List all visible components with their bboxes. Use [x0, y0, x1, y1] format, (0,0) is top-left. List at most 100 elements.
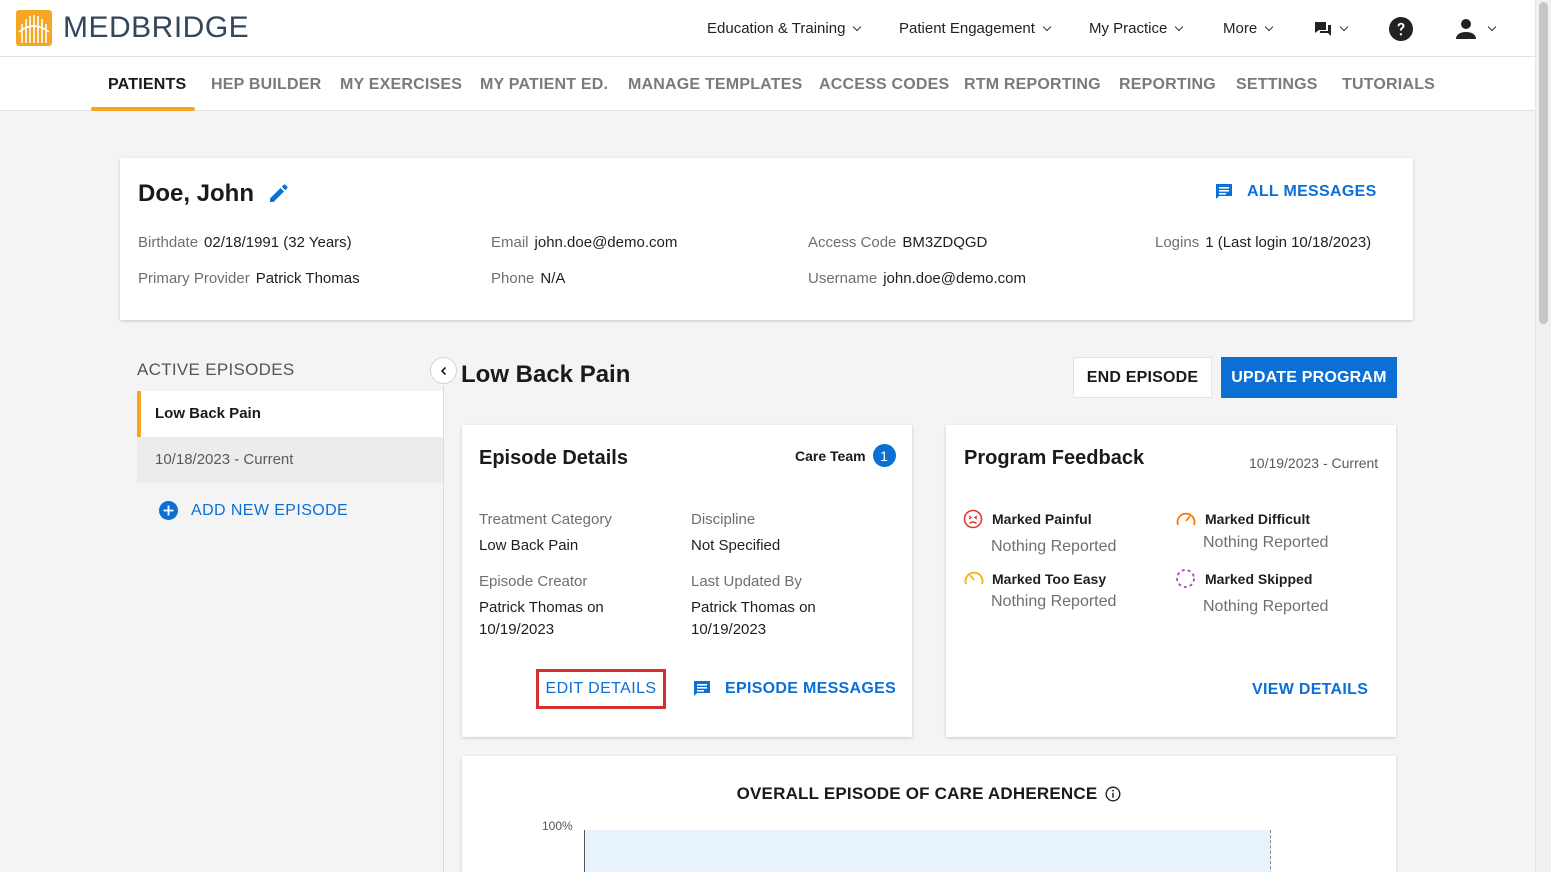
marked-too-easy-value: Nothing Reported [991, 593, 1117, 610]
program-feedback-card: Program Feedback 10/19/2023 - Current Ma… [946, 425, 1396, 737]
tab-settings[interactable]: SETTINGS [1236, 57, 1318, 111]
chevron-down-icon [1264, 22, 1274, 31]
message-icon [694, 681, 710, 696]
all-messages-label: ALL MESSAGES [1247, 183, 1377, 200]
chevron-down-icon [1487, 22, 1497, 31]
episode-creator-label: Episode Creator [479, 573, 588, 590]
username-label: Username [808, 270, 878, 287]
end-episode-button[interactable]: END EPISODE [1073, 357, 1212, 398]
marked-too-easy-label: Marked Too Easy [992, 571, 1107, 587]
last-updated-line2: 10/19/2023 [691, 621, 767, 638]
episode-item-low-back-pain[interactable]: Low Back Pain [137, 391, 443, 437]
marked-difficult-value: Nothing Reported [1203, 534, 1329, 551]
nav-my-practice[interactable]: My Practice [1089, 0, 1184, 57]
episode-messages-label: EPISODE MESSAGES [725, 680, 897, 697]
difficult-gauge-icon [1176, 512, 1196, 526]
nav-more[interactable]: More [1223, 0, 1274, 57]
marked-painful-label: Marked Painful [992, 511, 1092, 527]
last-updated-line1: Patrick Thomas on [691, 599, 816, 616]
message-icon [1216, 184, 1232, 199]
active-tab-indicator [91, 107, 195, 111]
user-icon [1456, 18, 1476, 39]
tab-my-patient-ed[interactable]: MY PATIENT ED. [480, 57, 608, 111]
account-menu[interactable] [1455, 0, 1497, 57]
adherence-chart-card: OVERALL EPISODE OF CARE ADHERENCE 100% [462, 756, 1396, 872]
logins-value: 1 (Last login 10/18/2023) [1205, 234, 1372, 251]
discipline-label: Discipline [691, 511, 756, 528]
logins-label: Logins [1155, 234, 1200, 251]
tab-hep-builder[interactable]: HEP BUILDER [211, 57, 321, 111]
too-easy-gauge-icon [964, 571, 984, 585]
painful-face-icon [963, 509, 983, 529]
update-program-button[interactable]: UPDATE PROGRAM [1221, 357, 1397, 398]
chevron-down-icon [853, 22, 862, 31]
marked-difficult-label: Marked Difficult [1205, 511, 1311, 527]
adherence-title: OVERALL EPISODE OF CARE ADHERENCE [736, 784, 1098, 803]
chevron-down-icon [1042, 22, 1052, 31]
plus-circle-icon [159, 501, 178, 520]
nav-patient-engagement[interactable]: Patient Engagement [899, 0, 1052, 57]
username-value: john.doe@demo.com [883, 270, 1027, 287]
chat-icon [1315, 21, 1331, 36]
tab-tutorials[interactable]: TUTORIALS [1342, 57, 1435, 111]
nav-engagement-label: Patient Engagement [899, 20, 1035, 37]
feedback-date-range: 10/19/2023 - Current [1249, 455, 1379, 471]
edit-details-button[interactable]: EDIT DETAILS [536, 669, 666, 709]
phone-label: Phone [491, 270, 535, 287]
care-team-link[interactable]: Care Team 1 [795, 444, 896, 467]
top-bar: MEDBRIDGE Education & Training Patient E… [0, 0, 1535, 57]
current-date-marker [1270, 830, 1271, 872]
chevron-down-icon [1339, 22, 1349, 31]
info-icon[interactable] [1105, 786, 1121, 802]
episode-item-dates-row: 10/18/2023 - Current [137, 437, 443, 483]
edit-details-label: EDIT DETAILS [545, 680, 657, 697]
selected-indicator [137, 391, 141, 437]
collapse-sidebar-button[interactable] [430, 357, 457, 384]
add-new-episode-button[interactable]: ADD NEW EPISODE [159, 501, 348, 520]
chevron-down-icon [1175, 22, 1184, 31]
episode-messages-link[interactable]: EPISODE MESSAGES [692, 679, 896, 699]
treatment-category-label: Treatment Category [479, 511, 612, 528]
all-messages-link[interactable]: ALL MESSAGES [1214, 182, 1377, 202]
patient-header-card: Doe, John ALL MESSAGES Birthdate 02/18/19… [120, 158, 1413, 320]
medbridge-logo[interactable]: MEDBRIDGE [16, 10, 249, 46]
skipped-dashed-circle-icon [1176, 569, 1195, 588]
nav-education-training[interactable]: Education & Training [707, 0, 862, 57]
discipline-value: Not Specified [691, 537, 781, 554]
section-tabs: PATIENTS HEP BUILDER MY EXERCISES MY PAT… [0, 57, 1535, 111]
last-updated-label: Last Updated By [691, 573, 802, 590]
help-icon [1389, 16, 1413, 41]
page-scrollbar[interactable] [1535, 0, 1551, 872]
phone-field: Phone N/A [491, 270, 565, 288]
view-details-link[interactable]: VIEW DETAILS [1252, 681, 1368, 699]
program-feedback-title: Program Feedback [964, 447, 1145, 469]
treatment-category-value: Low Back Pain [479, 537, 579, 554]
add-new-episode-label: ADD NEW EPISODE [191, 501, 349, 519]
medbridge-logo-icon [16, 10, 52, 46]
chevron-left-icon [440, 366, 446, 375]
logins-field: Logins 1 (Last login 10/18/2023) [1155, 234, 1371, 252]
marked-skipped-value: Nothing Reported [1203, 598, 1329, 615]
sidebar-divider [443, 385, 444, 872]
tab-manage-templates[interactable]: MANAGE TEMPLATES [628, 57, 802, 111]
phone-value: N/A [540, 270, 566, 287]
tab-reporting[interactable]: REPORTING [1119, 57, 1216, 111]
help-button[interactable] [1389, 0, 1413, 57]
logo-text: MEDBRIDGE [63, 11, 250, 44]
active-episodes-heading: ACTIVE EPISODES [137, 360, 295, 379]
birthdate-value: 02/18/1991 (32 Years) [204, 234, 352, 251]
email-label: Email [491, 234, 529, 251]
episode-creator-line1: Patrick Thomas on [479, 599, 604, 616]
care-team-count-badge: 1 [872, 444, 896, 467]
scrollbar-thumb[interactable] [1539, 2, 1548, 324]
tab-my-exercises[interactable]: MY EXERCISES [340, 57, 462, 111]
birthdate-label: Birthdate [138, 234, 199, 251]
tab-rtm-reporting[interactable]: RTM REPORTING [964, 57, 1101, 111]
tab-patients[interactable]: PATIENTS [108, 57, 186, 111]
care-team-label: Care Team [795, 447, 866, 464]
tab-access-codes[interactable]: ACCESS CODES [819, 57, 949, 111]
edit-pencil-icon[interactable] [268, 182, 290, 204]
adherence-title-row: OVERALL EPISODE OF CARE ADHERENCE [462, 784, 1396, 804]
nav-education-label: Education & Training [707, 20, 846, 37]
messages-menu[interactable] [1314, 0, 1349, 57]
